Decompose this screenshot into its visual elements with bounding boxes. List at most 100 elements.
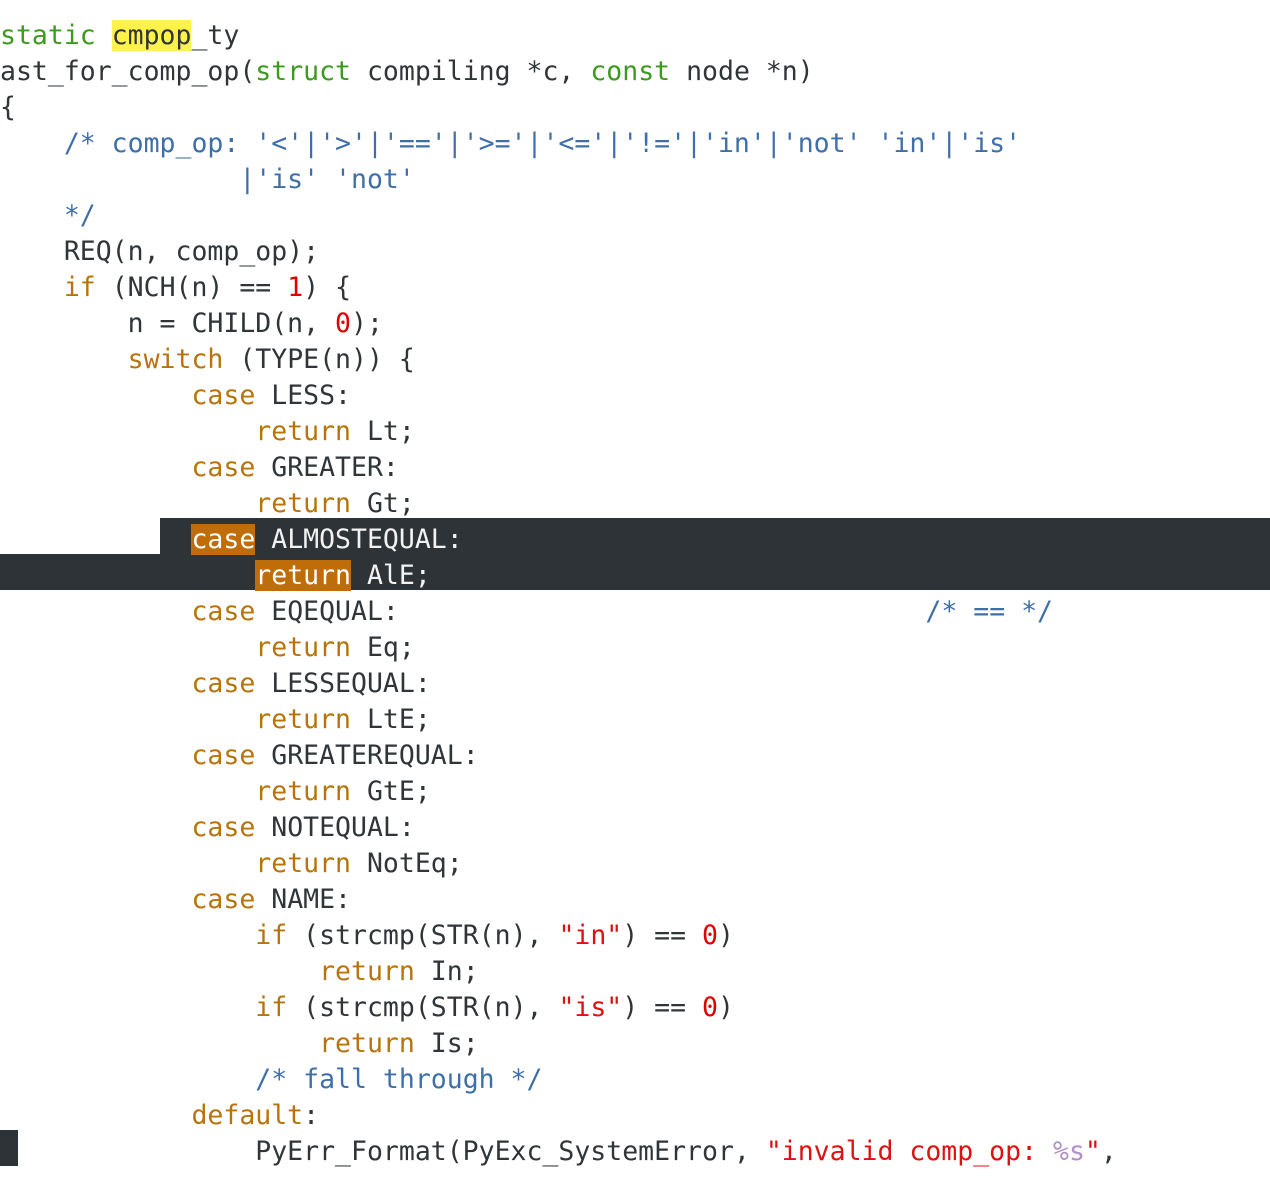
line-ast-for-comp-op-signature-seg-2: compiling *c, xyxy=(351,56,591,87)
line-case-eqequal[interactable]: case EQEQUAL: /* == */ xyxy=(0,594,1270,630)
line-case-lessequal[interactable]: case LESSEQUAL: xyxy=(0,666,1270,702)
line-case-name-seg-1: case xyxy=(191,884,256,915)
line-return-ale-seg-0 xyxy=(0,560,255,591)
line-return-eq-seg-2: Eq; xyxy=(351,632,415,663)
line-static-cmpop-ty[interactable]: static cmpop_ty xyxy=(0,18,1270,54)
line-switch-type-seg-0 xyxy=(0,344,128,375)
line-return-in-seg-0 xyxy=(0,956,319,987)
line-case-greater-seg-1: case xyxy=(191,452,256,483)
line-pyerr-format-seg-1: "invalid comp_op: xyxy=(765,1136,1053,1167)
line-if-strcmp-in[interactable]: if (strcmp(STR(n), "in") == 0) xyxy=(0,918,1270,954)
line-if-strcmp-in-seg-4: ) == xyxy=(622,920,703,951)
source-code-viewer[interactable]: static cmpop_ty ast_for_comp_op(struct co… xyxy=(0,0,1270,1202)
line-comment-close-seg-0: */ xyxy=(0,200,96,231)
line-ast-for-comp-op-signature-seg-0: ast_for_comp_op( xyxy=(0,56,256,87)
line-return-ale[interactable]: return AlE; xyxy=(0,558,1270,594)
line-case-eqequal-seg-0 xyxy=(0,596,191,627)
line-ast-for-comp-op-signature[interactable]: ast_for_comp_op(struct compiling *c, con… xyxy=(0,54,1270,90)
line-return-gt-seg-1: return xyxy=(255,488,352,519)
line-return-is-seg-2: Is; xyxy=(414,1028,479,1059)
line-return-gte-seg-0 xyxy=(0,776,255,807)
line-if-strcmp-is-seg-4: ) == xyxy=(622,992,703,1023)
line-case-lessequal-seg-0 xyxy=(0,668,191,699)
line-comment-grammar-2-seg-0: |'is' 'not' xyxy=(0,164,415,195)
line-return-lte-seg-1: return xyxy=(255,704,352,735)
line-comment-grammar-1[interactable]: /* comp_op: '<'|'>'|'=='|'>='|'<='|'!='|… xyxy=(0,126,1270,162)
line-pyerr-format[interactable]: PyErr_Format(PyExc_SystemError, "invalid… xyxy=(0,1134,1270,1170)
line-return-in[interactable]: return In; xyxy=(0,954,1270,990)
line-ast-for-comp-op-signature-seg-3: const xyxy=(590,56,671,87)
line-return-lt[interactable]: return Lt; xyxy=(0,414,1270,450)
line-req-comp-op-seg-0: REQ(n, comp_op); xyxy=(0,236,320,267)
line-return-gte[interactable]: return GtE; xyxy=(0,774,1270,810)
line-req-comp-op[interactable]: REQ(n, comp_op); xyxy=(0,234,1270,270)
line-case-greaterequal-seg-0 xyxy=(0,740,191,771)
line-open-brace-seg-0: { xyxy=(0,92,16,123)
line-comment-grammar-1-seg-0: /* comp_op: '<'|'>'|'=='|'>='|'<='|'!='|… xyxy=(0,128,1022,159)
line-pyerr-format-seg-2: %s xyxy=(1053,1136,1085,1167)
line-case-less-seg-1: case xyxy=(191,380,256,411)
line-pyerr-format-seg-3: " xyxy=(1084,1136,1101,1167)
line-if-nch-eq-1-seg-4: ) { xyxy=(303,272,352,303)
line-case-less[interactable]: case LESS: xyxy=(0,378,1270,414)
line-default-seg-2: : xyxy=(303,1100,320,1131)
line-case-notequal-seg-0 xyxy=(0,812,191,843)
line-case-greaterequal-seg-2: GREATEREQUAL: xyxy=(255,740,479,771)
line-if-strcmp-in-seg-3: "in" xyxy=(558,920,623,951)
line-case-almostequal-seg-2: ALMOSTEQUAL: xyxy=(255,524,463,555)
line-n-assign-child[interactable]: n = CHILD(n, 0); xyxy=(0,306,1270,342)
line-return-eq[interactable]: return Eq; xyxy=(0,630,1270,666)
line-case-almostequal-seg-1: case xyxy=(191,524,256,555)
line-ast-for-comp-op-signature-seg-1: struct xyxy=(255,56,352,87)
line-return-noteq-seg-1: return xyxy=(255,848,352,879)
line-return-in-seg-1: return xyxy=(319,956,415,987)
line-case-eqequal-seg-2: EQEQUAL: xyxy=(255,596,926,627)
line-case-notequal-seg-2: NOTEQUAL: xyxy=(255,812,415,843)
line-return-gt-seg-2: Gt; xyxy=(351,488,415,519)
line-switch-type[interactable]: switch (TYPE(n)) { xyxy=(0,342,1270,378)
line-case-notequal[interactable]: case NOTEQUAL: xyxy=(0,810,1270,846)
line-comment-close[interactable]: */ xyxy=(0,198,1270,234)
line-case-greaterequal[interactable]: case GREATEREQUAL: xyxy=(0,738,1270,774)
line-return-gte-seg-1: return xyxy=(255,776,352,807)
line-case-less-seg-0 xyxy=(0,380,191,411)
line-case-name-seg-2: NAME: xyxy=(255,884,352,915)
line-if-strcmp-in-seg-2: (strcmp(STR(n), xyxy=(287,920,559,951)
line-if-strcmp-is-seg-3: "is" xyxy=(558,992,623,1023)
line-n-assign-child-seg-0: n = CHILD(n, xyxy=(0,308,336,339)
line-n-assign-child-seg-2: ); xyxy=(351,308,383,339)
line-return-lt-seg-2: Lt; xyxy=(351,416,415,447)
line-switch-type-seg-1: switch xyxy=(127,344,224,375)
line-case-greater[interactable]: case GREATER: xyxy=(0,450,1270,486)
line-ast-for-comp-op-signature-seg-4: node *n) xyxy=(670,56,814,87)
line-case-eqequal-seg-1: case xyxy=(191,596,256,627)
line-if-nch-eq-1-seg-1: if xyxy=(63,272,96,303)
line-static-cmpop-ty-seg-0: static xyxy=(0,20,112,51)
line-comment-grammar-2[interactable]: |'is' 'not' xyxy=(0,162,1270,198)
line-case-almostequal[interactable]: case ALMOSTEQUAL: xyxy=(0,522,1270,558)
line-if-strcmp-is[interactable]: if (strcmp(STR(n), "is") == 0) xyxy=(0,990,1270,1026)
line-return-eq-seg-1: return xyxy=(255,632,352,663)
line-if-nch-eq-1-seg-0 xyxy=(0,272,64,303)
line-case-almostequal-seg-0 xyxy=(0,524,191,555)
line-case-name-seg-0 xyxy=(0,884,191,915)
line-return-gte-seg-2: GtE; xyxy=(351,776,431,807)
line-case-name[interactable]: case NAME: xyxy=(0,882,1270,918)
line-return-lte[interactable]: return LtE; xyxy=(0,702,1270,738)
line-return-is[interactable]: return Is; xyxy=(0,1026,1270,1062)
line-default-seg-0 xyxy=(0,1100,191,1131)
line-pyerr-format-seg-0: PyErr_Format(PyExc_SystemError, xyxy=(0,1136,766,1167)
line-case-eqequal-seg-3: /* == */ xyxy=(925,596,1054,627)
line-if-strcmp-in-seg-6: ) xyxy=(718,920,734,951)
line-return-noteq[interactable]: return NotEq; xyxy=(0,846,1270,882)
line-if-nch-eq-1[interactable]: if (NCH(n) == 1) { xyxy=(0,270,1270,306)
line-default-seg-1: default xyxy=(191,1100,304,1131)
line-return-gt[interactable]: return Gt; xyxy=(0,486,1270,522)
line-return-ale-seg-2: AlE; xyxy=(351,560,431,591)
line-comment-fall-through[interactable]: /* fall through */ xyxy=(0,1062,1270,1098)
line-if-strcmp-is-seg-5: 0 xyxy=(702,992,719,1023)
line-return-gt-seg-0 xyxy=(0,488,255,519)
line-switch-type-seg-2: (TYPE(n)) { xyxy=(223,344,415,375)
line-open-brace[interactable]: { xyxy=(0,90,1270,126)
line-default[interactable]: default: xyxy=(0,1098,1270,1134)
